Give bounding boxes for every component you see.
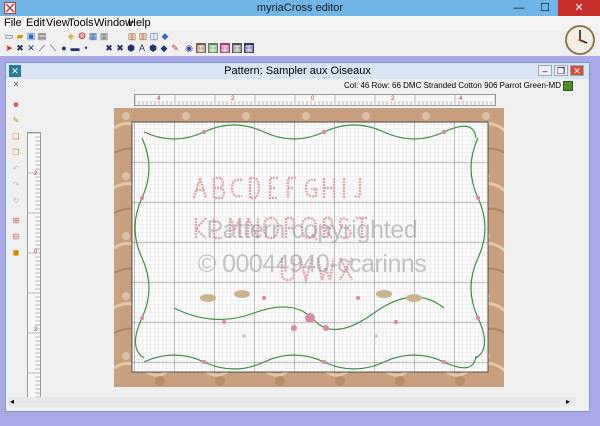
quarter-cross-icon[interactable]: ⟋ xyxy=(37,43,47,53)
rotate-icon[interactable]: ↻ xyxy=(11,196,21,206)
fill-cross-icon[interactable]: ✖ xyxy=(104,43,114,53)
line-icon[interactable]: ▬ xyxy=(70,43,80,53)
v-ruler-label: 2 xyxy=(34,327,38,333)
full-cross-icon[interactable]: ✖ xyxy=(15,43,25,53)
layers-icon[interactable]: ◫ xyxy=(149,31,159,41)
thread-icon[interactable]: ❂ xyxy=(77,31,87,41)
note-icon[interactable]: ✎ xyxy=(11,116,21,126)
redo-icon[interactable]: ↷ xyxy=(11,180,21,190)
tag-icon[interactable]: ◆ xyxy=(160,31,170,41)
undo-icon[interactable]: ↶ xyxy=(11,164,21,174)
book-icon[interactable]: ▥ xyxy=(127,31,137,41)
scroll-left-icon[interactable]: ◂ xyxy=(10,397,14,406)
cube-icon[interactable]: ◼ xyxy=(11,248,21,258)
select-arrow-icon[interactable]: ➤ xyxy=(4,43,14,53)
pin-icon[interactable]: ✕ xyxy=(11,80,21,90)
new-file-icon[interactable]: ▭ xyxy=(4,31,14,41)
h-ruler-label: 2 xyxy=(391,96,395,102)
view-mode-4-icon[interactable]: ▦ xyxy=(232,43,242,53)
h-ruler-label: 0 xyxy=(311,96,315,102)
save-icon[interactable]: ▣ xyxy=(26,31,36,41)
stitch-toolbar: ➤ ✖ ✕ ⟋ ⟍ ● ▬ • ✖ ✖ ⬢ A ⬢ ◆ ✎ ◉ ▦ ▦ ▦ ▦ … xyxy=(0,42,600,56)
fill-bucket-icon[interactable]: ◆ xyxy=(159,43,169,53)
thread-color-swatch xyxy=(563,81,573,91)
vertical-ruler: 2 0 2 xyxy=(27,132,41,398)
cursor-status: Col: 46 Row: 66 DMC Stranded Cotton 906 … xyxy=(344,81,561,90)
mirror-icon[interactable]: ⊞ xyxy=(11,216,21,226)
half-cross-icon[interactable]: ✕ xyxy=(26,43,36,53)
pencil-icon[interactable]: ✎ xyxy=(170,43,180,53)
backstitch-icon[interactable]: ⟍ xyxy=(48,43,58,53)
zoom-icon[interactable]: ⬢ xyxy=(148,43,158,53)
book-open-icon[interactable]: ▥ xyxy=(138,31,148,41)
view-mode-2-icon[interactable]: ▦ xyxy=(208,43,218,53)
v-ruler-label: 2 xyxy=(34,171,38,177)
menu-edit[interactable]: Edit xyxy=(26,17,45,29)
pattern-canvas[interactable]: Pattern copyrighted © 00044940-ccarinns xyxy=(114,108,504,387)
pattern-title: Pattern: Sampler aux Oiseaux xyxy=(224,65,371,77)
paste-icon[interactable]: ❐ xyxy=(11,148,21,158)
clock-icon xyxy=(565,25,595,55)
menu-tools[interactable]: Tools xyxy=(68,17,94,29)
find-icon[interactable]: ◈ xyxy=(66,31,76,41)
eraser-icon[interactable]: ⬢ xyxy=(126,43,136,53)
text-tool-icon[interactable]: A xyxy=(137,43,147,53)
flip-icon[interactable]: ⊟ xyxy=(11,232,21,242)
pattern-title-bar: ✕ Pattern: Sampler aux Oiseaux – ❐ ✕ xyxy=(6,63,589,79)
open-folder-icon[interactable]: ▰ xyxy=(15,31,25,41)
french-knot-icon[interactable]: ● xyxy=(59,43,69,53)
maximize-button[interactable]: ☐ xyxy=(532,0,558,16)
menu-file[interactable]: File xyxy=(4,17,22,29)
pattern-minimize-button[interactable]: – xyxy=(538,65,552,76)
view-mode-1-icon[interactable]: ▦ xyxy=(196,43,206,53)
print-icon[interactable]: ▤ xyxy=(37,31,47,41)
grid-icon[interactable]: ▦ xyxy=(99,31,109,41)
minimize-button[interactable]: — xyxy=(506,0,532,16)
view-mode-5-icon[interactable]: ▦ xyxy=(244,43,254,53)
h-ruler-label: 4 xyxy=(157,96,161,102)
v-ruler-label: 0 xyxy=(34,249,38,255)
palette-icon[interactable]: ▦ xyxy=(88,31,98,41)
left-toolbar: ✕ ☻ ✎ ❏ ❐ ↶ ↷ ↻ ⊞ ⊟ ◼ xyxy=(9,80,23,280)
watermark-line-2: © 00044940-ccarinns xyxy=(197,250,427,278)
copy-icon[interactable]: ❏ xyxy=(11,132,21,142)
h-ruler-label: 4 xyxy=(459,96,463,102)
pattern-close-button[interactable]: ✕ xyxy=(570,65,584,76)
watermark-line-1: Pattern copyrighted xyxy=(206,216,418,244)
pattern-window: ✕ Pattern: Sampler aux Oiseaux – ❐ ✕ Col… xyxy=(5,62,590,412)
scroll-right-icon[interactable]: ▸ xyxy=(566,397,570,406)
h-ruler-label: 2 xyxy=(231,96,235,102)
menu-help[interactable]: Help xyxy=(128,17,151,29)
portrait-icon[interactable]: ☻ xyxy=(11,100,21,110)
menu-view[interactable]: View xyxy=(46,17,70,29)
view-eye-icon[interactable]: ◉ xyxy=(184,43,194,53)
close-button[interactable]: ✕ xyxy=(558,0,600,16)
pattern-canvas-drawing xyxy=(114,108,504,387)
fill-pattern-icon[interactable]: ✖ xyxy=(115,43,125,53)
menu-bar: File Edit View Tools Window Help xyxy=(0,16,600,30)
title-bar: myriaCross editor — ☐ ✕ xyxy=(0,0,600,16)
horizontal-ruler: 4 2 0 2 4 xyxy=(134,94,496,106)
bead-icon[interactable]: • xyxy=(81,43,91,53)
main-toolbar: ▭ ▰ ▣ ▤ ◈ ❂ ▦ ▦ ▥ ▥ ◫ ◆ xyxy=(0,30,600,42)
view-mode-3-icon[interactable]: ▦ xyxy=(220,43,230,53)
horizontal-ruler-ticks xyxy=(135,95,495,105)
pattern-restore-button[interactable]: ❐ xyxy=(554,65,568,76)
horizontal-scrollbar[interactable]: ◂ ▸ xyxy=(8,397,576,407)
